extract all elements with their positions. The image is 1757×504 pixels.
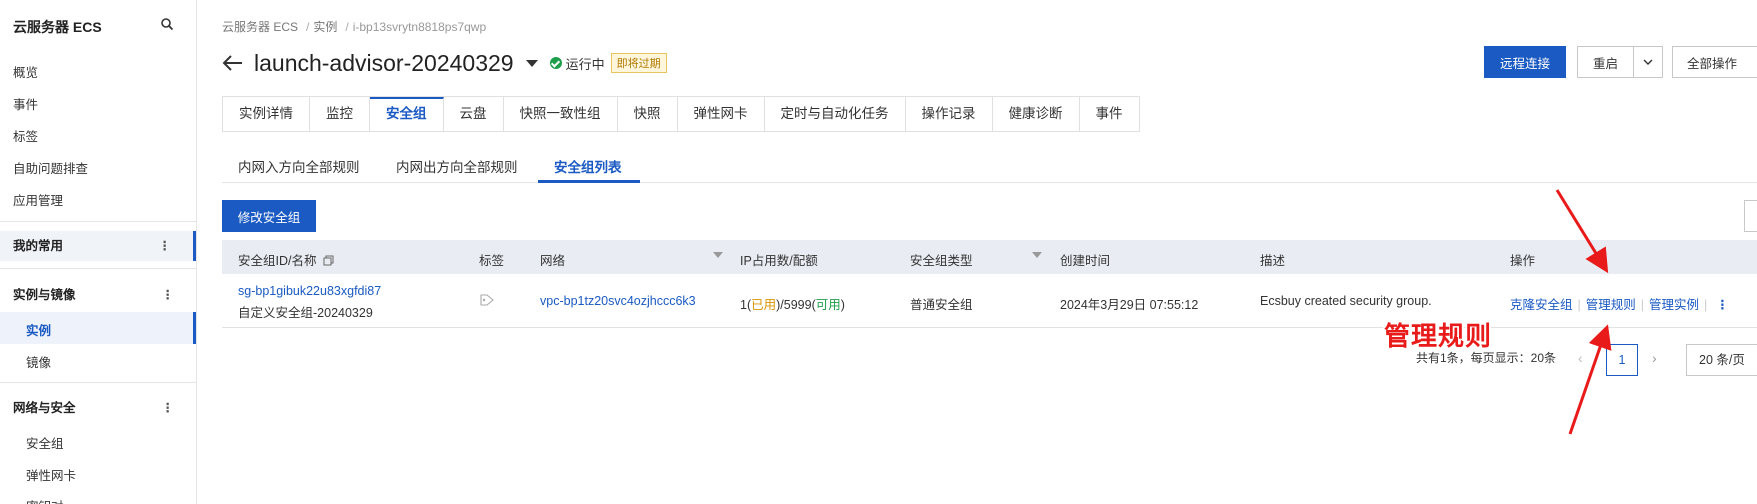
filter-icon[interactable] xyxy=(713,252,723,258)
sidebar-item-overview[interactable]: 概览 xyxy=(13,62,38,81)
tab-operation-logs[interactable]: 操作记录 xyxy=(905,97,993,131)
security-subtabs: 内网入方向全部规则 内网出方向全部规则 安全组列表 xyxy=(222,150,1757,183)
restart-button[interactable]: 重启 xyxy=(1577,46,1634,78)
sidebar-item-app-management[interactable]: 应用管理 xyxy=(13,190,63,209)
tag-icon[interactable] xyxy=(480,294,494,306)
copy-icon[interactable] xyxy=(323,255,334,266)
tab-disks[interactable]: 云盘 xyxy=(443,97,504,131)
manage-rules-link[interactable]: 管理规则 xyxy=(1586,298,1636,312)
header-ip-quota: IP占用数/配额 xyxy=(740,254,818,268)
breadcrumb-instances[interactable]: 实例 xyxy=(313,20,337,34)
tab-details[interactable]: 实例详情 xyxy=(223,97,310,131)
ip-used-label: 已用 xyxy=(751,298,777,312)
ip-quota-value: 1(已用)/5999(可用) xyxy=(740,298,845,312)
page-size-select[interactable]: 20 条/页 xyxy=(1686,344,1757,376)
tab-snapshots[interactable]: 快照 xyxy=(617,97,678,131)
refresh-button[interactable] xyxy=(1744,200,1757,232)
sidebar-item-instances[interactable]: 实例 xyxy=(26,320,51,339)
header-sg-id-label: 安全组ID/名称 xyxy=(238,254,317,268)
tab-scheduled-tasks[interactable]: 定时与自动化任务 xyxy=(764,97,906,131)
breadcrumb-current: i-bp13svrytn8818ps7qwp xyxy=(352,20,487,34)
tab-security-groups[interactable]: 安全组 xyxy=(370,97,444,131)
sidebar-item-keypairs[interactable]: 密钥对 xyxy=(26,496,64,504)
header-operations: 操作 xyxy=(1510,254,1536,268)
vpc-link[interactable]: vpc-bp1tz20svc4ozjhccc6k3 xyxy=(540,294,696,308)
table-header: 安全组ID/名称 标签 网络 IP占用数/配额 安全组类型 创建时间 描述 操作 xyxy=(222,240,1757,274)
sidebar-group-network[interactable]: 网络与安全 ⋮ xyxy=(0,393,196,423)
tab-health-diagnosis[interactable]: 健康诊断 xyxy=(992,97,1080,131)
chevron-left-icon[interactable]: ‹ xyxy=(1578,350,1583,366)
sidebar-group-instances-label: 实例与镜像 xyxy=(13,288,76,302)
page-number-current[interactable]: 1 xyxy=(1606,344,1638,376)
sidebar-title: 云服务器 ECS xyxy=(13,19,102,35)
breadcrumb: 云服务器 ECS / 实例 / i-bp13svrytn8818ps7qwp xyxy=(222,20,487,34)
instance-tabs: 实例详情 监控 安全组 云盘 快照一致性组 快照 弹性网卡 定时与自动化任务 操… xyxy=(222,96,1140,132)
more-icon[interactable]: ⋮ xyxy=(162,393,175,423)
sidebar-group-network-label: 网络与安全 xyxy=(13,401,76,415)
chevron-right-icon[interactable]: › xyxy=(1652,350,1657,366)
ip-used-count: 1 xyxy=(740,298,747,312)
row-operations: 克隆安全组 | 管理规则 | 管理实例 | ⋮ xyxy=(1510,298,1729,312)
sidebar: 云服务器 ECS 概览 事件 标签 自助问题排查 应用管理 我的常用 ⋮ 实例与… xyxy=(0,0,197,504)
restart-dropdown-button[interactable] xyxy=(1633,46,1663,78)
title-row: launch-advisor-20240329 运行中 即将过期 xyxy=(222,48,667,78)
all-operations-button[interactable]: 全部操作 xyxy=(1672,46,1757,78)
header-description: 描述 xyxy=(1260,254,1286,268)
sidebar-item-troubleshoot[interactable]: 自助问题排查 xyxy=(13,158,88,177)
chevron-down-icon xyxy=(1643,59,1653,65)
search-icon[interactable] xyxy=(160,17,174,31)
sidebar-divider xyxy=(0,221,196,222)
back-arrow-icon[interactable] xyxy=(222,54,244,72)
subtab-active-indicator xyxy=(538,180,640,183)
sidebar-item-eni[interactable]: 弹性网卡 xyxy=(26,465,76,484)
status-text: 运行中 xyxy=(565,56,605,72)
sidebar-group-instances[interactable]: 实例与镜像 ⋮ xyxy=(0,280,196,310)
manage-instances-link[interactable]: 管理实例 xyxy=(1649,298,1699,312)
sidebar-group-favorites[interactable]: 我的常用 ⋮ xyxy=(0,231,196,261)
sidebar-item-security-groups[interactable]: 安全组 xyxy=(26,433,64,452)
sidebar-item-images[interactable]: 镜像 xyxy=(26,352,51,371)
sidebar-item-tags[interactable]: 标签 xyxy=(13,126,38,145)
subtab-inbound-rules[interactable]: 内网入方向全部规则 xyxy=(238,156,360,176)
tab-snapshot-consistency-groups[interactable]: 快照一致性组 xyxy=(503,97,618,131)
expiring-badge: 即将过期 xyxy=(610,53,667,73)
subtab-security-group-list[interactable]: 安全组列表 xyxy=(554,156,622,176)
annotation-arrow-bottom xyxy=(1568,324,1612,435)
status-indicator: 运行中 xyxy=(549,54,605,73)
ip-available-label: 可用 xyxy=(815,298,841,312)
security-group-table: 安全组ID/名称 标签 网络 IP占用数/配额 安全组类型 创建时间 描述 操作… xyxy=(222,240,1757,328)
filter-icon[interactable] xyxy=(1032,252,1042,258)
sidebar-item-events[interactable]: 事件 xyxy=(13,94,38,113)
description-value: Ecsbuy created security group. xyxy=(1260,294,1432,308)
page-title: launch-advisor-20240329 xyxy=(254,49,514,76)
breadcrumb-ecs[interactable]: 云服务器 ECS xyxy=(222,20,298,34)
more-icon[interactable]: ⋮ xyxy=(162,280,175,310)
modify-security-group-button[interactable]: 修改安全组 xyxy=(222,200,316,232)
header-tags: 标签 xyxy=(479,254,505,268)
tab-eni[interactable]: 弹性网卡 xyxy=(677,97,765,131)
tab-events[interactable]: 事件 xyxy=(1079,97,1140,131)
sidebar-divider xyxy=(0,268,196,269)
sg-id-link[interactable]: sg-bp1gibuk22u83xgfdi87 xyxy=(238,284,381,298)
remote-connect-button[interactable]: 远程连接 xyxy=(1484,46,1566,78)
created-time-value: 2024年3月29日 07:55:12 xyxy=(1060,298,1199,312)
sidebar-group-favorites-label: 我的常用 xyxy=(13,239,64,253)
sg-name: 自定义安全组-20240329 xyxy=(238,306,373,320)
sg-type-value: 普通安全组 xyxy=(910,298,973,312)
ip-quota-count: 5999 xyxy=(783,298,812,312)
subtab-outbound-rules[interactable]: 内网出方向全部规则 xyxy=(396,156,518,176)
header-network: 网络 xyxy=(540,254,566,268)
tab-monitoring[interactable]: 监控 xyxy=(310,97,370,131)
sidebar-divider xyxy=(0,382,196,383)
header-sg-type: 安全组类型 xyxy=(910,254,973,268)
annotation-label: 管理规则 xyxy=(1384,321,1493,351)
check-circle-icon xyxy=(549,57,562,69)
more-icon[interactable]: ⋮ xyxy=(159,231,172,261)
header-sg-id: 安全组ID/名称 xyxy=(238,250,334,269)
table-row: sg-bp1gibuk22u83xgfdi87 自定义安全组-20240329 … xyxy=(222,274,1757,328)
header-created-time: 创建时间 xyxy=(1060,254,1111,268)
clone-security-group-link[interactable]: 克隆安全组 xyxy=(1510,298,1573,312)
chevron-down-icon[interactable] xyxy=(525,59,538,67)
more-icon[interactable]: ⋮ xyxy=(1716,298,1729,312)
